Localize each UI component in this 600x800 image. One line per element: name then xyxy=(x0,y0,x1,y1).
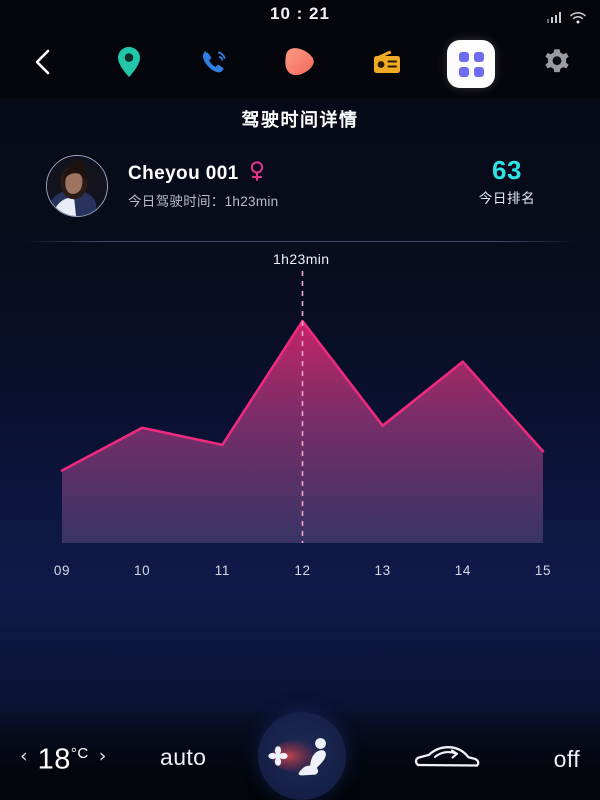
auto-button[interactable]: auto xyxy=(160,744,206,771)
temperature-group: ‹ 18°C › xyxy=(20,738,106,776)
app-root: 10 : 21 驾驶时间详情 Cheyou 001 今日驾驶时间：1h23min… xyxy=(0,0,600,800)
x-axis-tick-15: 15 xyxy=(534,563,552,578)
section-divider xyxy=(22,241,578,242)
gear-icon xyxy=(541,46,573,83)
rank-label: 今日排名 xyxy=(478,191,536,206)
temperature-value: 18°C xyxy=(38,738,89,776)
nav-item-apps[interactable] xyxy=(429,30,515,98)
apps-tile xyxy=(447,40,496,88)
user-name: Cheyou 001 xyxy=(128,162,239,184)
phone-call-icon xyxy=(198,46,230,83)
user-name-line: Cheyou 001 xyxy=(128,160,266,187)
rank-value: 63 xyxy=(492,155,522,185)
nav-item-phone[interactable] xyxy=(171,30,257,98)
seat-airflow-icon xyxy=(268,738,328,776)
x-axis-tick-09: 09 xyxy=(53,563,71,578)
nav-item-radio[interactable] xyxy=(343,30,429,98)
location-pin-icon xyxy=(115,45,143,84)
seat-airflow-button[interactable] xyxy=(258,712,346,800)
nav-item-music[interactable] xyxy=(257,30,343,98)
recirculation-button[interactable] xyxy=(412,740,482,779)
music-plectrum-icon xyxy=(280,45,320,84)
status-clock: 10 : 21 xyxy=(270,4,330,23)
status-bar: 10 : 21 xyxy=(0,0,600,30)
radio-icon xyxy=(369,48,403,81)
avatar[interactable] xyxy=(46,155,108,217)
user-summary-row: Cheyou 001 今日驾驶时间：1h23min 63 今日排名 xyxy=(0,155,600,223)
chart-canvas xyxy=(60,271,545,543)
chart-x-axis: 09 10 11 12 13 14 15 xyxy=(0,563,600,585)
signal-bars-icon xyxy=(546,12,561,23)
wifi-icon xyxy=(570,11,586,24)
temperature-unit: °C xyxy=(70,745,89,762)
nav-item-navigation[interactable] xyxy=(86,30,172,98)
x-axis-tick-12: 12 xyxy=(294,563,311,578)
car-recirculation-icon xyxy=(414,746,480,767)
temperature-number: 18 xyxy=(37,743,71,776)
apps-grid-icon xyxy=(458,51,484,77)
status-icons xyxy=(546,9,587,24)
nav-item-back[interactable] xyxy=(0,30,86,98)
x-axis-tick-11: 11 xyxy=(214,563,230,578)
top-nav-bar xyxy=(0,30,600,98)
chevron-right-icon[interactable]: › xyxy=(99,747,107,766)
off-button[interactable]: off xyxy=(554,746,580,773)
back-chevron-icon xyxy=(30,47,56,82)
nav-item-settings[interactable] xyxy=(514,30,600,98)
page-title: 驾驶时间详情 xyxy=(241,110,359,130)
female-gender-icon xyxy=(248,160,266,187)
x-axis-tick-10: 10 xyxy=(134,563,151,578)
driving-time-chart: 1h23min 09 10 11 12 13 14 15 xyxy=(0,245,600,590)
x-axis-tick-14: 14 xyxy=(454,563,471,578)
rank-box: 63 今日排名 xyxy=(452,155,562,207)
chevron-left-icon[interactable]: ‹ xyxy=(20,747,28,766)
x-axis-tick-13: 13 xyxy=(374,563,391,578)
drive-time-label: 今日驾驶时间：1h23min xyxy=(128,194,279,209)
